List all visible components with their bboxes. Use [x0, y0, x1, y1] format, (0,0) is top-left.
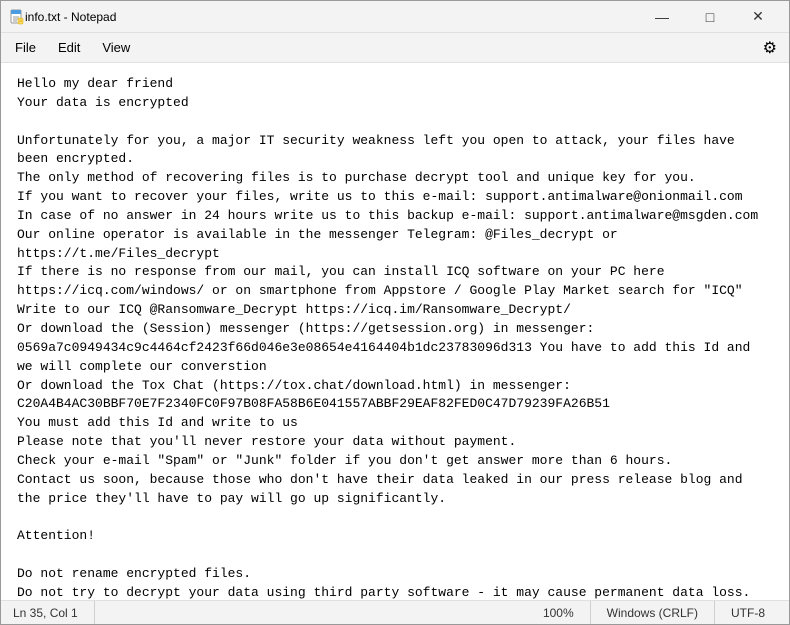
- cursor-position: Ln 35, Col 1: [9, 601, 95, 624]
- window-title: info.txt - Notepad: [25, 10, 639, 24]
- encoding: UTF-8: [715, 601, 781, 624]
- close-button[interactable]: ✕: [735, 3, 781, 31]
- app-icon: [9, 9, 25, 25]
- maximize-button[interactable]: □: [687, 3, 733, 31]
- edit-menu[interactable]: Edit: [48, 36, 90, 59]
- title-bar: info.txt - Notepad — □ ✕: [1, 1, 789, 33]
- text-editor[interactable]: [1, 63, 789, 600]
- zoom-level: 100%: [527, 601, 591, 624]
- content-area: [1, 63, 789, 600]
- file-menu[interactable]: File: [5, 36, 46, 59]
- menu-bar: File Edit View ⚙: [1, 33, 789, 63]
- menu-items: File Edit View: [5, 36, 140, 59]
- status-bar: Ln 35, Col 1 100% Windows (CRLF) UTF-8: [1, 600, 789, 624]
- view-menu[interactable]: View: [92, 36, 140, 59]
- window-controls: — □ ✕: [639, 3, 781, 31]
- minimize-button[interactable]: —: [639, 3, 685, 31]
- notepad-window: info.txt - Notepad — □ ✕ File Edit View …: [0, 0, 790, 625]
- settings-icon[interactable]: ⚙: [755, 34, 785, 62]
- line-ending: Windows (CRLF): [591, 601, 715, 624]
